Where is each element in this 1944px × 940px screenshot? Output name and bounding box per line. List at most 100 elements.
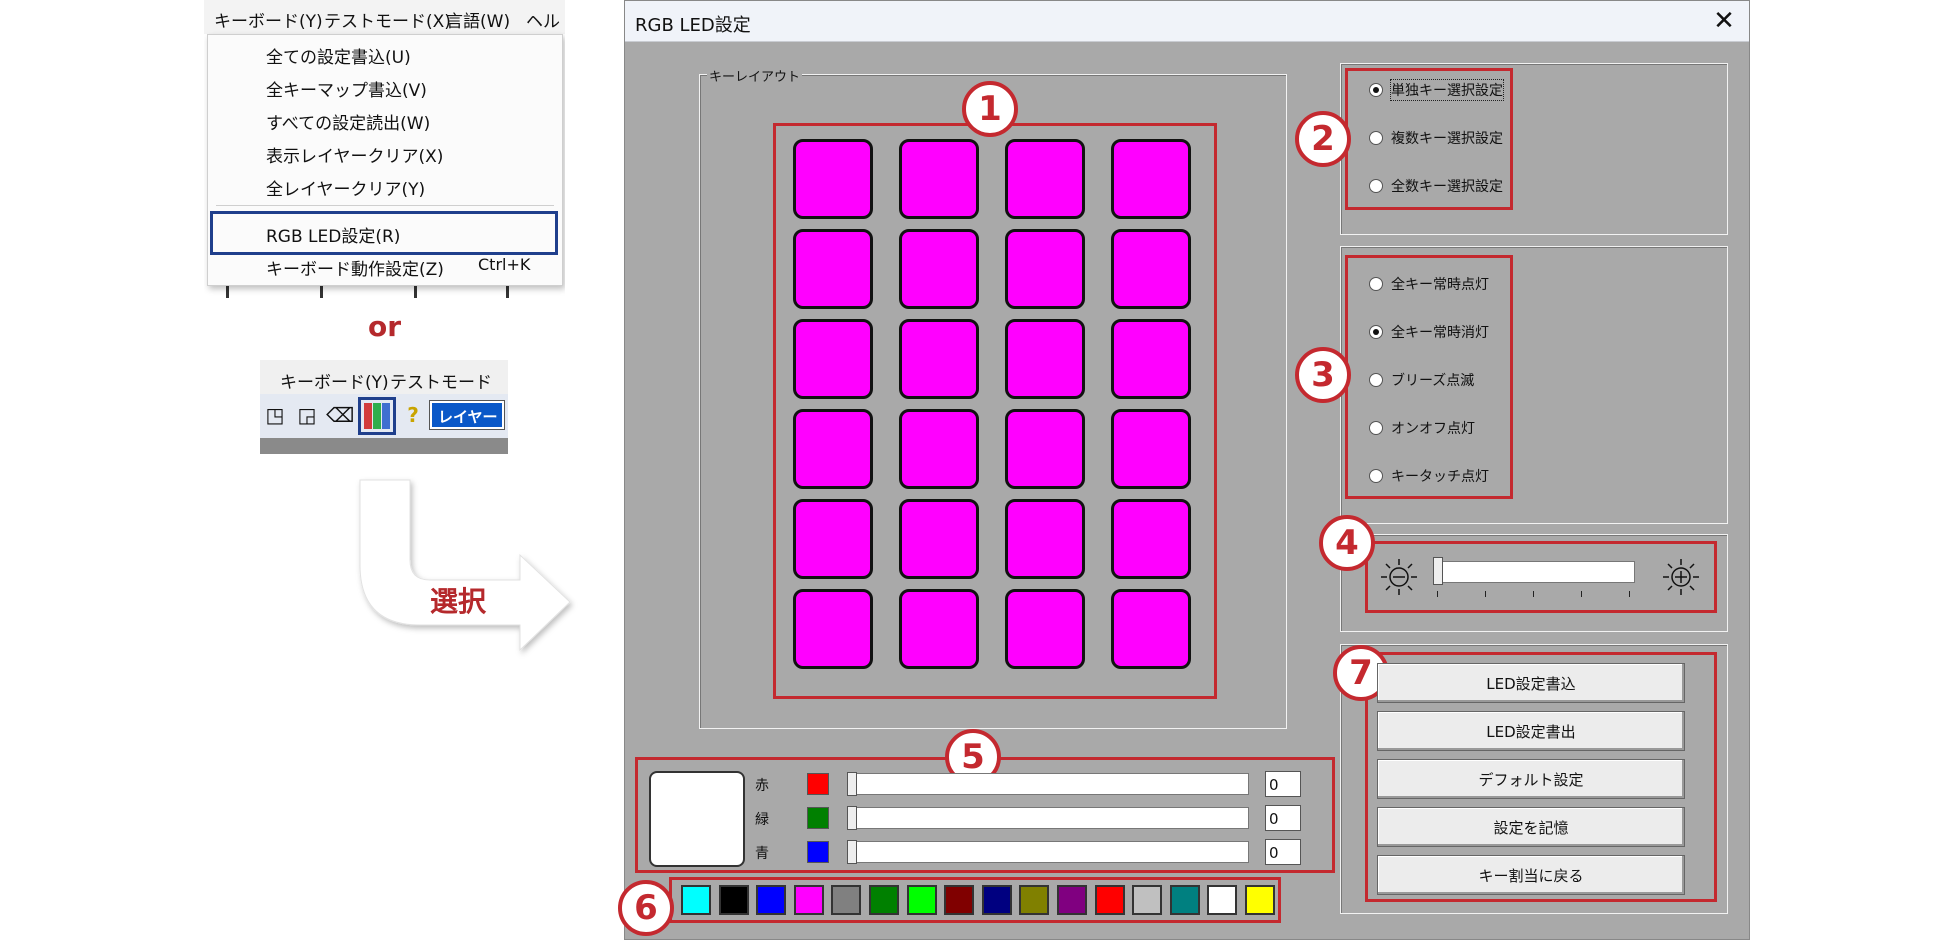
led-key[interactable]: [899, 319, 979, 399]
eraser-icon[interactable]: ⌫: [326, 402, 354, 428]
remember-settings-button[interactable]: 設定を記憶: [1377, 807, 1685, 847]
lighting-mode-option[interactable]: キータッチ点灯: [1369, 465, 1489, 487]
blue-slider-track[interactable]: [849, 841, 1249, 863]
green-value-input[interactable]: 0: [1265, 805, 1301, 831]
lighting-mode-option[interactable]: 全キー常時消灯: [1369, 321, 1489, 343]
led-key[interactable]: [793, 589, 873, 669]
palette-swatch[interactable]: [1207, 885, 1238, 915]
palette-swatch[interactable]: [1132, 885, 1163, 915]
toolbar-icons-row: ◳ ◲ ⌫ ? レイヤー 0: [260, 394, 508, 454]
led-key[interactable]: [1005, 499, 1085, 579]
menu-keyboard[interactable]: キーボード(Y): [214, 7, 323, 32]
palette-swatch[interactable]: [981, 885, 1012, 915]
menu-item-clear-display-layer[interactable]: 表示レイヤークリア(X): [266, 142, 443, 167]
palette-swatch[interactable]: [1169, 885, 1200, 915]
blue-channel-label: 青: [755, 846, 769, 862]
selection-mode-option[interactable]: 全数キー選択設定: [1369, 175, 1503, 197]
export-led-settings-button[interactable]: LED設定書出: [1377, 711, 1685, 751]
slider-tick: [1533, 591, 1534, 597]
radio-button[interactable]: [1369, 277, 1383, 291]
lighting-mode-option[interactable]: 全キー常時点灯: [1369, 273, 1489, 295]
blue-value-input[interactable]: 0: [1265, 839, 1301, 865]
palette-swatch[interactable]: [793, 885, 824, 915]
palette-swatch[interactable]: [756, 885, 787, 915]
led-key[interactable]: [1111, 139, 1191, 219]
palette-swatch[interactable]: [906, 885, 937, 915]
brightness-slider-thumb[interactable]: [1433, 557, 1443, 585]
close-button[interactable]: ✕: [1707, 5, 1741, 37]
led-key[interactable]: [1005, 319, 1085, 399]
red-slider-thumb[interactable]: [847, 772, 857, 796]
radio-button[interactable]: [1369, 179, 1383, 193]
radio-label: 複数キー選択設定: [1391, 131, 1503, 147]
led-key[interactable]: [1111, 409, 1191, 489]
led-key[interactable]: [899, 229, 979, 309]
brightness-slider-track[interactable]: [1435, 561, 1635, 583]
radio-button[interactable]: [1369, 421, 1383, 435]
led-key[interactable]: [899, 409, 979, 489]
selection-mode-option[interactable]: 単独キー選択設定: [1369, 79, 1504, 101]
led-key[interactable]: [1005, 409, 1085, 489]
palette-swatch[interactable]: [1057, 885, 1087, 915]
default-settings-button[interactable]: デフォルト設定: [1377, 759, 1685, 799]
red-value-input[interactable]: 0: [1265, 771, 1301, 797]
menu-item-keyboard-behavior[interactable]: キーボード動作設定(Z): [266, 255, 444, 280]
write-led-settings-button[interactable]: LED設定書込: [1377, 663, 1685, 703]
palette-swatch[interactable]: [869, 885, 899, 915]
radio-button[interactable]: [1369, 469, 1383, 483]
palette-swatch[interactable]: [718, 885, 749, 915]
menu-item-rgb-led-settings[interactable]: RGB LED設定(R): [266, 222, 400, 247]
keyboard-dropdown-menu: 全ての設定書込(U) 全キーマップ書込(V) すべての設定読出(W) 表示レイヤ…: [207, 34, 563, 286]
led-key[interactable]: [793, 139, 873, 219]
key-edge: [320, 284, 323, 298]
led-key[interactable]: [1005, 229, 1085, 309]
radio-button[interactable]: [1369, 325, 1383, 339]
lighting-mode-option[interactable]: ブリーズ点滅: [1369, 369, 1474, 391]
toolbar-menu-keyboard[interactable]: キーボード(Y): [280, 368, 389, 393]
led-key[interactable]: [899, 589, 979, 669]
led-key[interactable]: [793, 409, 873, 489]
menu-item-read-all-settings[interactable]: すべての設定読出(W): [266, 109, 430, 134]
toolbar-menu-row: キーボード(Y) テストモード(X): [260, 360, 508, 413]
menu-language[interactable]: 言語(W): [446, 7, 510, 32]
help-question-icon[interactable]: ?: [400, 402, 426, 428]
palette-swatch[interactable]: [944, 885, 975, 915]
radio-button[interactable]: [1369, 131, 1383, 145]
led-key[interactable]: [1005, 589, 1085, 669]
menu-testmode[interactable]: テストモード(X): [324, 7, 451, 32]
radio-button[interactable]: [1369, 83, 1383, 97]
brightness-low-icon: [1381, 559, 1417, 595]
red-slider-track[interactable]: [849, 773, 1249, 795]
layer-selector[interactable]: レイヤー 0: [429, 400, 505, 454]
led-key[interactable]: [793, 499, 873, 579]
menu-item-clear-all-layers[interactable]: 全レイヤークリア(Y): [266, 175, 425, 200]
rgb-led-icon[interactable]: [358, 397, 396, 435]
lighting-mode-option[interactable]: オンオフ点灯: [1369, 417, 1475, 439]
led-key[interactable]: [1111, 229, 1191, 309]
palette-swatch[interactable]: [681, 885, 711, 915]
led-key[interactable]: [899, 139, 979, 219]
open-file-icon[interactable]: ◳: [262, 402, 288, 428]
led-key[interactable]: [1111, 499, 1191, 579]
back-to-key-assign-button[interactable]: キー割当に戻る: [1377, 855, 1685, 895]
led-key[interactable]: [793, 229, 873, 309]
menu-item-write-all-settings[interactable]: 全ての設定書込(U): [266, 43, 411, 68]
radio-button[interactable]: [1369, 373, 1383, 387]
palette-swatch[interactable]: [1094, 885, 1125, 915]
palette-swatch[interactable]: [1245, 885, 1275, 915]
led-key[interactable]: [899, 499, 979, 579]
menu-item-write-all-keymaps[interactable]: 全キーマップ書込(V): [266, 76, 427, 101]
led-key[interactable]: [1111, 319, 1191, 399]
led-key[interactable]: [1111, 589, 1191, 669]
save-file-icon[interactable]: ◲: [294, 402, 320, 428]
blue-channel-swatch: [807, 841, 829, 863]
green-slider-thumb[interactable]: [847, 806, 857, 830]
palette-swatch[interactable]: [1019, 885, 1050, 915]
menu-bar: キーボード(Y) テストモード(X) 言語(W) ヘルプ: [204, 0, 565, 57]
green-slider-track[interactable]: [849, 807, 1249, 829]
selection-mode-option[interactable]: 複数キー選択設定: [1369, 127, 1503, 149]
led-key[interactable]: [793, 319, 873, 399]
led-key[interactable]: [1005, 139, 1085, 219]
palette-swatch[interactable]: [831, 885, 862, 915]
blue-slider-thumb[interactable]: [847, 840, 857, 864]
